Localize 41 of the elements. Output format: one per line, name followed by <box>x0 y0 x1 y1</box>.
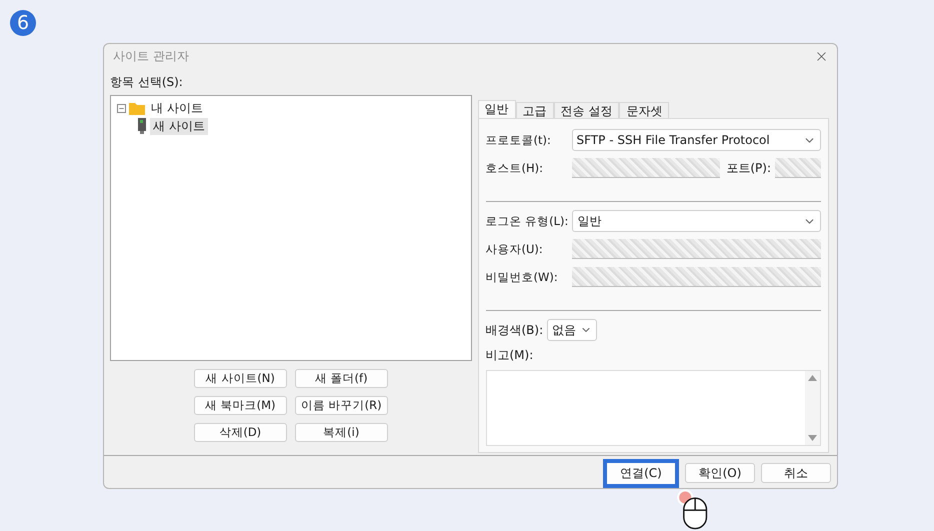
protocol-select[interactable]: SFTP - SSH File Transfer Protocol <box>572 129 821 151</box>
server-icon <box>137 118 147 134</box>
field-label: 로그온 유형(L): <box>486 214 568 228</box>
field-label: 배경색(B): <box>486 322 544 338</box>
background-color-select[interactable]: 없음 <box>547 319 598 341</box>
port-field[interactable] <box>775 158 821 178</box>
dialog-button[interactable]: 연결(C) <box>603 459 679 488</box>
user-field[interactable] <box>572 239 821 259</box>
step-number: 6 <box>10 10 36 36</box>
scroll-down-icon[interactable] <box>808 435 817 441</box>
site-action-button[interactable]: 새 사이트(N) <box>194 369 287 388</box>
dialog-button[interactable]: 확인(O) <box>685 463 755 483</box>
field-label: 포트(P): <box>726 160 771 176</box>
logon-type-select[interactable]: 일반 <box>572 210 821 232</box>
scrollbar[interactable] <box>805 371 820 445</box>
site-action-button[interactable]: 삭제(D) <box>194 423 287 442</box>
site-action-button[interactable]: 새 폴더(f) <box>294 369 388 388</box>
tab[interactable]: 전송 설정 <box>554 102 620 118</box>
field-label: 사용자(U): <box>486 242 544 256</box>
field-label: 비밀번호(W): <box>486 270 559 284</box>
tab[interactable]: 고급 <box>516 102 554 118</box>
password-field[interactable] <box>572 267 821 287</box>
field-label: 호스트(H): <box>486 160 544 176</box>
window-title: 사이트 관리자 <box>113 48 189 64</box>
tree-item[interactable]: 새 사이트 <box>150 118 208 134</box>
site-action-button[interactable]: 새 북마크(M) <box>194 396 287 415</box>
field-label: 비고(M): <box>486 347 534 364</box>
tree-item[interactable]: 내 사이트 <box>148 100 206 116</box>
scroll-up-icon[interactable] <box>808 375 817 381</box>
dialog-button[interactable]: 취소 <box>761 463 831 483</box>
comments-field[interactable] <box>486 370 821 446</box>
tab[interactable]: 문자셋 <box>619 102 670 118</box>
site-action-button[interactable]: 이름 바꾸기(R) <box>294 396 388 415</box>
field-label: 프로토콜(t): <box>486 132 552 148</box>
mouse-click-icon <box>676 489 710 530</box>
folder-icon <box>129 102 145 114</box>
tab[interactable]: 일반 <box>478 100 516 118</box>
collapse-toggle-icon[interactable] <box>117 104 126 112</box>
host-field[interactable] <box>572 158 720 178</box>
site-action-button[interactable]: 복제(i) <box>294 423 388 442</box>
site-list-label: 항목 선택(S): <box>110 74 184 91</box>
